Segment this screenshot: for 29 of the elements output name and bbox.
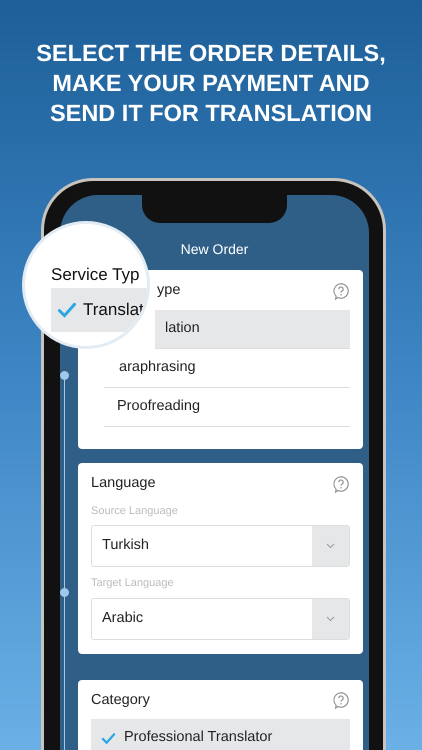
card-title: Category	[91, 690, 150, 710]
option-label: Translat	[83, 299, 144, 322]
field-label: Target Language	[91, 576, 175, 591]
help-icon[interactable]	[332, 691, 350, 710]
checkmark-icon	[57, 300, 77, 320]
option-row[interactable]: lation	[155, 310, 350, 349]
option-row[interactable]: Proofreading	[104, 388, 350, 427]
option-label: Proofreading	[116, 396, 200, 416]
headline-text: SELECT THE ORDER DETAILS,	[35, 39, 387, 68]
card-title: ype	[156, 281, 180, 300]
option-row[interactable]: Professional Translator	[91, 719, 350, 750]
card-title: Language	[91, 474, 156, 493]
language-dropdown[interactable]: Arabic	[91, 598, 350, 640]
checkmark-icon	[101, 730, 116, 746]
option-label: araphrasing	[118, 358, 196, 377]
magnified-title: Service Typ	[51, 264, 140, 286]
screen-title: New Order	[180, 240, 250, 259]
language-dropdown[interactable]: Turkish	[91, 525, 350, 567]
chevron-down-icon	[326, 616, 335, 622]
help-icon[interactable]	[332, 282, 350, 300]
chevron-down-icon	[326, 543, 335, 549]
option-label: Professional Translator	[124, 728, 272, 748]
help-icon[interactable]	[332, 474, 350, 493]
magnified-option[interactable]: Translat	[51, 288, 147, 332]
field-label: Source Language	[91, 504, 179, 518]
headline-text: MAKE YOUR PAYMENT AND	[51, 69, 371, 98]
headline-text: SEND IT FOR TRANSLATION	[48, 99, 374, 128]
option-label: lation	[164, 318, 200, 338]
option-row[interactable]: araphrasing	[104, 348, 350, 388]
